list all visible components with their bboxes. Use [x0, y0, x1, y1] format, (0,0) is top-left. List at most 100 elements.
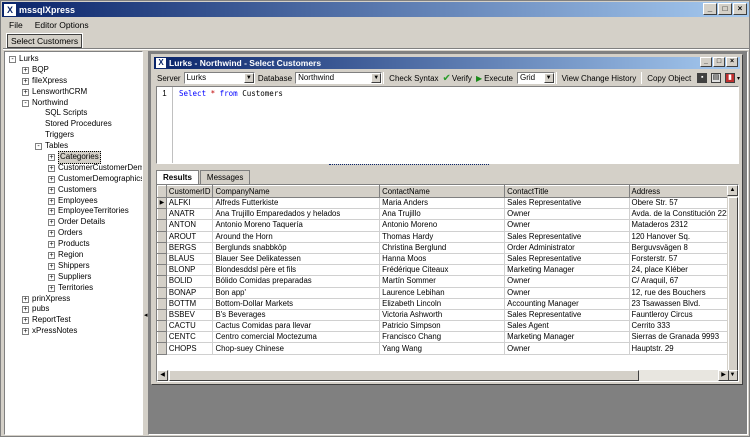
maximize-button[interactable]: □ [718, 3, 732, 15]
tree-item[interactable]: + Order Details [5, 217, 142, 228]
child-minimize-button[interactable]: _ [700, 57, 712, 67]
row-header[interactable] [157, 275, 167, 288]
collapse-icon[interactable]: - [35, 143, 42, 151]
tree-item[interactable]: Stored Procedures [5, 119, 142, 130]
expand-icon[interactable]: + [48, 251, 55, 259]
expand-icon[interactable]: + [48, 153, 55, 161]
table-cell[interactable]: AROUT [166, 231, 214, 243]
table-cell[interactable]: Centro comercial Moctezuma [212, 331, 381, 344]
expand-icon[interactable]: + [22, 328, 29, 336]
table-cell[interactable]: 120 Hanover Sq. [629, 231, 738, 243]
table-cell[interactable]: Hanna Moos [379, 253, 506, 266]
menu-editor-options[interactable]: Editor Options [29, 20, 95, 30]
tree-item[interactable]: + Products [5, 239, 142, 250]
column-header[interactable]: ContactName [379, 185, 506, 198]
output-mode-select[interactable]: Grid ▼ [517, 72, 555, 84]
splitter-arrow-icon[interactable]: ◂ [144, 311, 148, 319]
tree-item[interactable]: - Northwind [5, 98, 142, 109]
sql-code-line[interactable]: Select * from Customers [179, 89, 283, 98]
table-cell[interactable]: Frédérique Citeaux [379, 264, 506, 277]
tree-item[interactable]: + Suppliers [5, 272, 142, 283]
expand-icon[interactable]: + [22, 317, 29, 325]
table-row[interactable]: BERGS Berglunds snabbköp Christina Berglun… [157, 241, 738, 254]
database-select[interactable]: Northwind ▼ [295, 72, 383, 84]
query-window-title-bar[interactable]: X Lurks - Northwind - Select Customers _… [154, 57, 740, 69]
table-cell[interactable]: ANTON [166, 219, 214, 232]
grid-corner[interactable] [157, 185, 167, 198]
scroll-left-icon[interactable]: ◀ [157, 370, 168, 381]
table-cell[interactable]: Chop-suey Chinese [212, 342, 381, 355]
sql-editor[interactable]: 1 Select * from Customers [156, 86, 739, 164]
execute-button[interactable]: Execute [484, 74, 513, 83]
expand-icon[interactable]: + [22, 88, 29, 96]
table-row[interactable]: BLAUS Blauer See Delikatessen Hanna Moos Sa… [157, 252, 738, 266]
table-cell[interactable]: Marketing Manager [504, 264, 630, 277]
table-row[interactable]: CACTU Cactus Comidas para llevar Patricio … [157, 320, 738, 333]
table-cell[interactable]: Accounting Manager [504, 298, 630, 310]
table-cell[interactable]: Bólido Comidas preparadas [212, 275, 381, 288]
server-select[interactable]: Lurks ▼ [183, 72, 255, 84]
check-syntax-button[interactable]: Check Syntax [389, 74, 438, 83]
minimize-button[interactable]: _ [703, 3, 717, 15]
object-tree[interactable]: - Lurks + BQP + fileXpress + LensworthCRM - North… [4, 51, 143, 435]
table-cell[interactable]: Obere Str. 57 [629, 197, 738, 210]
tab-messages[interactable]: Messages [199, 170, 251, 184]
tree-item[interactable]: + LensworthCRM [5, 87, 142, 98]
row-header[interactable] [157, 297, 167, 310]
table-cell[interactable]: BLONP [166, 264, 214, 277]
table-row[interactable]: AROUT Around the Horn Thomas Hardy Sales Re… [157, 230, 738, 243]
table-cell[interactable]: Bottom-Dollar Markets [212, 298, 381, 310]
expand-icon[interactable]: + [22, 66, 29, 74]
tree-item[interactable]: + EmployeeTerritories [5, 206, 142, 217]
column-header[interactable]: Address [628, 185, 738, 198]
tree-item[interactable]: + prinXpress [5, 294, 142, 305]
expand-icon[interactable]: + [22, 295, 29, 303]
table-cell[interactable]: Around the Horn [212, 231, 381, 243]
table-cell[interactable]: Fauntleroy Circus [629, 309, 738, 322]
table-cell[interactable]: Owner [504, 287, 630, 299]
tree-item[interactable]: + Employees [5, 196, 142, 207]
row-header[interactable] [157, 230, 167, 243]
table-cell[interactable]: Hauptstr. 29 [629, 342, 738, 355]
row-header[interactable] [157, 308, 167, 322]
expand-icon[interactable]: + [48, 197, 55, 205]
title-bar[interactable]: X mssqlXpress _ □ × [2, 2, 749, 17]
tree-item[interactable]: + Customers [5, 185, 142, 196]
table-cell[interactable]: Ana Trujillo [379, 208, 506, 221]
expand-icon[interactable]: + [48, 241, 55, 249]
table-cell[interactable]: Sales Representative [504, 253, 630, 266]
grid-vertical-scroll-thumb[interactable] [728, 197, 738, 371]
results-grid[interactable]: CustomerID CompanyName ContactName ContactT… [156, 184, 739, 382]
save-icon[interactable]: ▪ [697, 73, 708, 83]
collapse-icon[interactable]: - [22, 99, 29, 107]
table-cell[interactable]: ANATR [166, 208, 214, 221]
table-cell[interactable]: Marketing Manager [504, 331, 630, 344]
table-cell[interactable]: CHOPS [166, 342, 214, 355]
table-row[interactable]: CENTC Centro comercial Moctezuma Francisco… [157, 331, 738, 344]
server-dropdown-icon[interactable]: ▼ [243, 73, 254, 83]
grid-vertical-scrollbar[interactable]: ▲ ▼ [727, 185, 738, 381]
table-cell[interactable]: Owner [504, 208, 630, 221]
column-header[interactable]: ContactTitle [504, 185, 630, 198]
row-header[interactable] [157, 286, 167, 299]
tree-item[interactable]: + CustomerCustomerDemo [5, 163, 142, 174]
table-cell[interactable]: Sales Representative [504, 231, 630, 243]
expand-icon[interactable]: + [22, 77, 29, 85]
current-row-indicator-icon[interactable]: ▶ [157, 196, 167, 210]
expand-icon[interactable]: + [48, 230, 55, 238]
table-cell[interactable]: Elizabeth Lincoln [379, 298, 506, 310]
tree-item[interactable]: SQL Scripts [5, 108, 142, 119]
editor-results-splitter[interactable] [329, 164, 489, 166]
scroll-right-icon[interactable]: ▶ [718, 370, 729, 381]
column-header[interactable]: CompanyName [212, 185, 381, 198]
menu-file[interactable]: File [3, 20, 29, 30]
expand-icon[interactable]: + [48, 219, 55, 227]
expand-icon[interactable]: + [22, 306, 29, 314]
vertical-splitter[interactable] [143, 51, 147, 435]
table-cell[interactable]: Forsterstr. 57 [629, 253, 738, 266]
expand-icon[interactable]: + [48, 175, 55, 183]
table-cell[interactable]: Antonio Moreno [379, 219, 506, 232]
expand-icon[interactable]: + [48, 186, 55, 194]
child-maximize-button[interactable]: □ [713, 57, 725, 67]
table-row[interactable]: ANATR Ana Trujillo Emparedados y helados A… [157, 208, 738, 221]
